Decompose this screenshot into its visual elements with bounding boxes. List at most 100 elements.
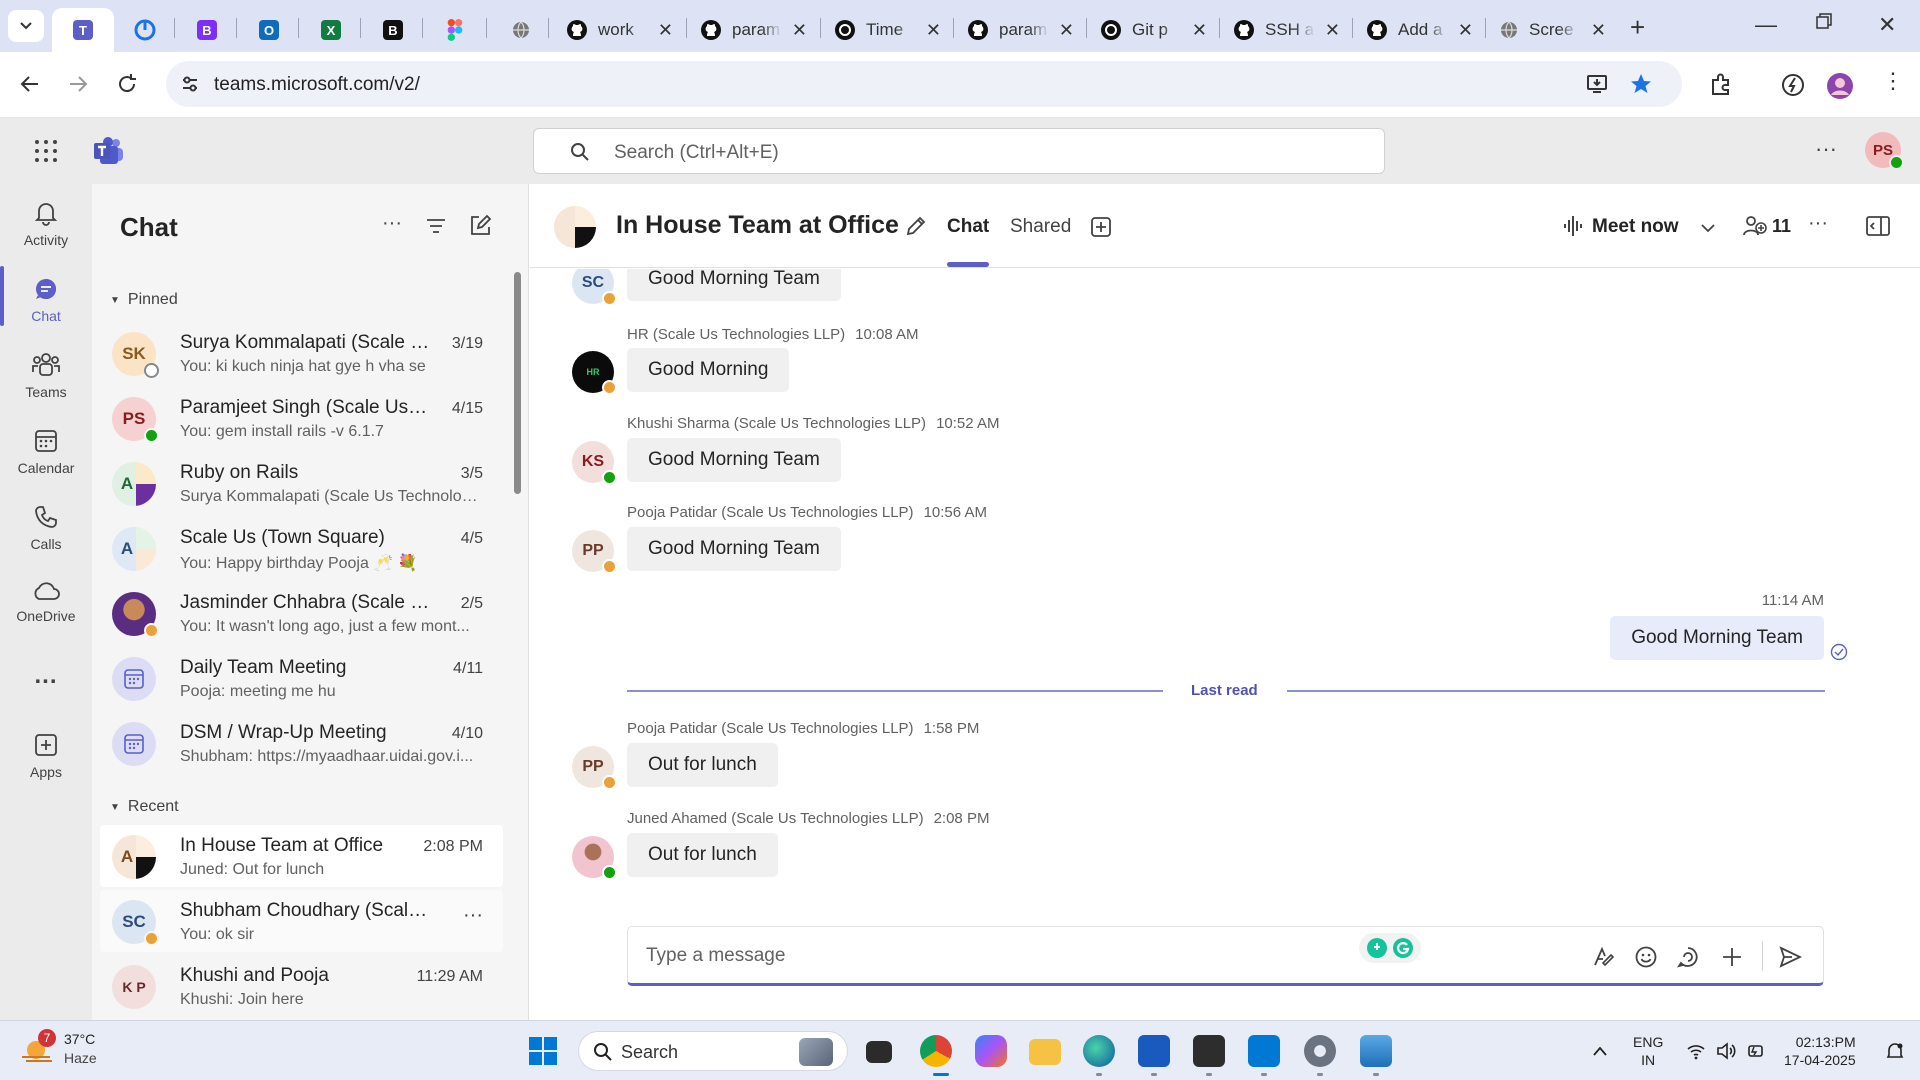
close-window-button[interactable]: ✕ bbox=[1878, 12, 1896, 38]
input-language[interactable]: ENG IN bbox=[1633, 1033, 1663, 1069]
tab-close-icon[interactable]: ✕ bbox=[792, 20, 807, 41]
search-input[interactable]: Search (Ctrl+Alt+E) bbox=[533, 128, 1385, 174]
address-bar[interactable]: teams.microsoft.com/v2/ bbox=[166, 61, 1682, 107]
format-text-icon[interactable] bbox=[1592, 945, 1616, 969]
message-bubble[interactable]: Good Morning bbox=[627, 348, 790, 392]
chevron-down-icon[interactable] bbox=[1700, 220, 1716, 236]
pinned-tab-figma[interactable] bbox=[424, 8, 486, 52]
chat-item-ruby-on-rails[interactable]: A Ruby on Rails Surya Kommalapati (Scale… bbox=[100, 452, 503, 514]
tab-chat[interactable]: Chat bbox=[947, 216, 989, 238]
file-explorer-taskbar-icon[interactable] bbox=[1029, 1039, 1061, 1065]
message-bubble[interactable]: Out for lunch bbox=[627, 833, 778, 877]
tab-github-param-2[interactable]: param ✕ bbox=[953, 8, 1086, 52]
chat-list-scrollbar[interactable] bbox=[514, 272, 521, 494]
rail-more-apps-button[interactable]: ... bbox=[0, 640, 92, 712]
chat-item-shubham[interactable]: SC Shubham Choudhary (Scale ... You: ok … bbox=[100, 890, 503, 952]
tab-screen[interactable]: Scree ✕ bbox=[1485, 8, 1618, 52]
edit-pencil-icon[interactable] bbox=[904, 214, 928, 238]
system-clock[interactable]: 02:13:PM 17-04-2025 bbox=[1784, 1033, 1856, 1069]
message-bubble[interactable]: Good Morning Team bbox=[627, 269, 841, 301]
chat-item-surya[interactable]: SK Surya Kommalapati (Scale U... You: ki… bbox=[100, 322, 503, 384]
taskbar-search[interactable]: Search bbox=[578, 1031, 848, 1071]
bookmark-star-icon[interactable] bbox=[1629, 72, 1653, 96]
pinned-tab-globe[interactable] bbox=[490, 8, 552, 52]
meet-now-button[interactable]: Meet now bbox=[1592, 216, 1679, 238]
tab-close-icon[interactable]: ✕ bbox=[1059, 20, 1074, 41]
my-message-bubble[interactable]: Good Morning Team bbox=[1610, 616, 1824, 660]
pinned-tab-excel[interactable]: X bbox=[300, 8, 362, 52]
rail-item-apps[interactable]: Apps bbox=[0, 720, 92, 792]
notifications-icon[interactable] bbox=[1885, 1041, 1905, 1061]
chat-item-daily-team-meeting[interactable]: Daily Team Meeting Pooja: meeting me hu … bbox=[100, 647, 503, 709]
new-tab-button[interactable]: + bbox=[1630, 12, 1645, 43]
reload-button[interactable] bbox=[115, 72, 139, 96]
recent-section-header[interactable]: ▼ Recent bbox=[110, 798, 179, 816]
word-taskbar-icon[interactable] bbox=[1138, 1035, 1170, 1067]
tab-github-add[interactable]: Add a ✕ bbox=[1352, 8, 1485, 52]
edge-taskbar-icon[interactable] bbox=[1083, 1035, 1115, 1067]
rail-item-calendar[interactable]: Calendar bbox=[0, 416, 92, 488]
chrome-taskbar-icon[interactable] bbox=[920, 1035, 952, 1067]
vscode-taskbar-icon[interactable] bbox=[1248, 1035, 1280, 1067]
rail-item-chat[interactable]: Chat bbox=[0, 264, 92, 336]
grammarly-widget[interactable] bbox=[1359, 933, 1421, 963]
chevron-up-icon[interactable] bbox=[1592, 1045, 1608, 1057]
chat-item-dsm-wrap-up[interactable]: DSM / Wrap-Up Meeting Shubham: https://m… bbox=[100, 712, 503, 774]
profile-button[interactable] bbox=[1826, 72, 1853, 99]
chat-more-options-button[interactable]: ··· bbox=[382, 212, 406, 236]
tab-github-ssh[interactable]: SSH a ✕ bbox=[1219, 8, 1352, 52]
minimize-button[interactable]: — bbox=[1755, 12, 1777, 38]
send-icon[interactable] bbox=[1778, 945, 1802, 969]
site-settings-icon[interactable] bbox=[180, 74, 200, 94]
message-compose-box[interactable]: Type a message bbox=[627, 926, 1824, 986]
pinned-tab-b[interactable]: B bbox=[362, 8, 424, 52]
forward-button[interactable] bbox=[66, 72, 90, 96]
windows-start-icon[interactable] bbox=[528, 1036, 558, 1066]
rail-item-activity[interactable]: Activity bbox=[0, 188, 92, 260]
side-panel-icon[interactable] bbox=[1865, 215, 1891, 237]
participants-button[interactable]: 11 bbox=[1742, 214, 1791, 238]
loop-component-icon[interactable] bbox=[1676, 945, 1700, 969]
user-avatar[interactable]: PS bbox=[1865, 132, 1904, 170]
pinned-tab-app[interactable] bbox=[114, 8, 176, 52]
emoji-icon[interactable] bbox=[1634, 945, 1658, 969]
chat-item-scale-us-town-square[interactable]: A Scale Us (Town Square) You: Happy birt… bbox=[100, 517, 503, 579]
rail-item-onedrive[interactable]: OneDrive bbox=[0, 566, 92, 638]
add-tab-icon[interactable] bbox=[1090, 216, 1112, 238]
conversation-more-button[interactable]: ··· bbox=[1808, 212, 1828, 235]
chat-item-more-button[interactable]: ··· bbox=[463, 904, 483, 927]
pinned-tab-bootstrap[interactable]: B bbox=[176, 8, 238, 52]
volume-icon[interactable] bbox=[1716, 1041, 1736, 1061]
photos-taskbar-icon[interactable] bbox=[1360, 1035, 1392, 1067]
wifi-icon[interactable] bbox=[1686, 1041, 1706, 1061]
extensions-button[interactable] bbox=[1708, 72, 1734, 98]
new-chat-icon[interactable] bbox=[468, 214, 492, 238]
app-launcher-icon[interactable] bbox=[34, 139, 58, 163]
tab-chatgpt-git[interactable]: Git p ✕ bbox=[1086, 8, 1219, 52]
filter-icon[interactable] bbox=[424, 214, 448, 238]
tab-close-icon[interactable]: ✕ bbox=[1591, 20, 1606, 41]
chat-item-in-house-team[interactable]: A In House Team at Office Juned: Out for… bbox=[100, 825, 503, 887]
chat-item-khushi-and-pooja[interactable]: K P Khushi and Pooja Khushi: Join here 1… bbox=[100, 955, 503, 1017]
pinned-section-header[interactable]: ▼ Pinned bbox=[110, 291, 178, 309]
tab-chatgpt-time[interactable]: Time ✕ bbox=[820, 8, 953, 52]
tab-shared[interactable]: Shared bbox=[1010, 216, 1071, 238]
settings-more-button[interactable]: ··· bbox=[1815, 136, 1837, 162]
tab-close-icon[interactable]: ✕ bbox=[1458, 20, 1473, 41]
tab-close-icon[interactable]: ✕ bbox=[926, 20, 941, 41]
message-bubble[interactable]: Out for lunch bbox=[627, 743, 778, 787]
pinned-tab-teams[interactable]: T bbox=[52, 8, 114, 52]
chat-item-paramjeet[interactable]: PS Paramjeet Singh (Scale Us Te... You: … bbox=[100, 387, 503, 449]
tab-close-icon[interactable]: ✕ bbox=[1192, 20, 1207, 41]
copilot-taskbar-icon[interactable] bbox=[975, 1035, 1007, 1067]
restore-button[interactable] bbox=[1815, 12, 1833, 30]
pinned-tab-outlook[interactable]: O bbox=[238, 8, 300, 52]
add-attachment-icon[interactable] bbox=[1720, 945, 1744, 969]
tab-github-work[interactable]: work ✕ bbox=[552, 8, 685, 52]
tab-search-button[interactable] bbox=[8, 10, 44, 42]
tab-github-param[interactable]: param ✕ bbox=[686, 8, 819, 52]
tab-close-icon[interactable]: ✕ bbox=[658, 20, 673, 41]
task-view-icon[interactable] bbox=[866, 1041, 892, 1063]
message-bubble[interactable]: Good Morning Team bbox=[627, 527, 841, 571]
battery-charging-icon[interactable] bbox=[1746, 1041, 1766, 1061]
